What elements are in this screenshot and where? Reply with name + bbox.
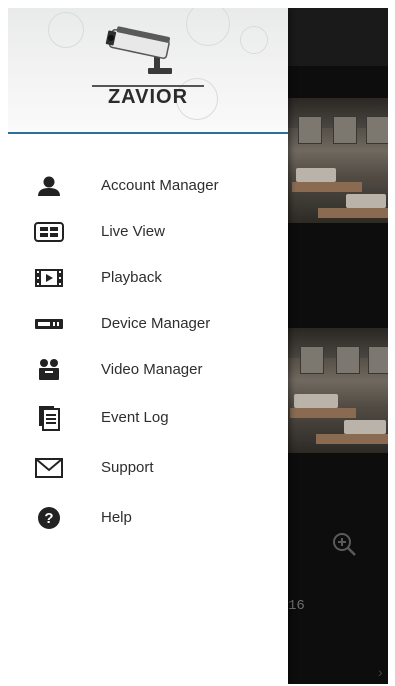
envelope-icon <box>32 456 66 480</box>
document-icon <box>32 406 66 431</box>
camera-window <box>298 116 322 144</box>
camera-table <box>344 420 386 434</box>
device-frame: 16 › ZAVIOR Account Manager Live View Pl… <box>8 8 388 684</box>
camera-window <box>368 346 388 374</box>
grid-icon <box>32 220 66 244</box>
drawer-header: ZAVIOR <box>8 8 288 132</box>
menu-item-video-manager[interactable]: Video Manager <box>8 350 288 390</box>
decorative-circle <box>48 12 84 48</box>
camera-table <box>292 182 362 192</box>
menu-label: Video Manager <box>101 361 203 378</box>
film-icon <box>32 266 66 290</box>
camera-view-1[interactable] <box>288 98 388 223</box>
background-app: 16 › <box>288 8 388 684</box>
background-top-bar <box>288 8 388 66</box>
menu-label: Account Manager <box>101 177 219 194</box>
navigation-drawer: ZAVIOR Account Manager Live View Playbac… <box>8 8 288 684</box>
decorative-circle <box>240 26 268 54</box>
channel-count-text: 16 <box>288 598 305 614</box>
menu-item-event-log[interactable]: Event Log <box>8 398 288 438</box>
camera-table <box>318 208 388 218</box>
camera-window <box>366 116 388 144</box>
menu-item-account-manager[interactable]: Account Manager <box>8 166 288 206</box>
camera-table <box>294 394 338 408</box>
menu-item-help[interactable]: ? Help <box>8 498 288 538</box>
camera-window <box>300 346 324 374</box>
camera-table <box>296 168 336 182</box>
menu-label: Support <box>101 459 154 476</box>
camera-window <box>333 116 357 144</box>
security-camera-logo-icon <box>105 26 172 74</box>
zoom-in-icon[interactable] <box>330 530 358 558</box>
question-icon: ? <box>32 506 66 530</box>
chevron-right-icon[interactable]: › <box>378 664 383 680</box>
video-camera-icon <box>32 358 66 382</box>
screen: 16 › ZAVIOR Account Manager Live View Pl… <box>0 0 395 686</box>
menu-label: Playback <box>101 269 162 286</box>
menu-label: Device Manager <box>101 315 211 332</box>
menu-item-support[interactable]: Support <box>8 448 288 488</box>
camera-table <box>316 434 388 444</box>
menu-item-device-manager[interactable]: Device Manager <box>8 304 288 344</box>
person-icon <box>32 174 66 198</box>
menu-label: Help <box>101 509 132 526</box>
brand-logo-text: ZAVIOR <box>107 86 189 108</box>
menu-item-playback[interactable]: Playback <box>8 258 288 298</box>
menu-item-live-view[interactable]: Live View <box>8 212 288 252</box>
menu-label: Event Log <box>101 409 169 426</box>
camera-window <box>336 346 360 374</box>
dvr-icon <box>32 312 66 336</box>
camera-table <box>346 194 386 208</box>
menu-label: Live View <box>101 223 165 240</box>
camera-view-2[interactable] <box>288 328 388 453</box>
header-divider <box>8 132 288 134</box>
svg-text:?: ? <box>44 510 53 527</box>
camera-table <box>290 408 356 418</box>
